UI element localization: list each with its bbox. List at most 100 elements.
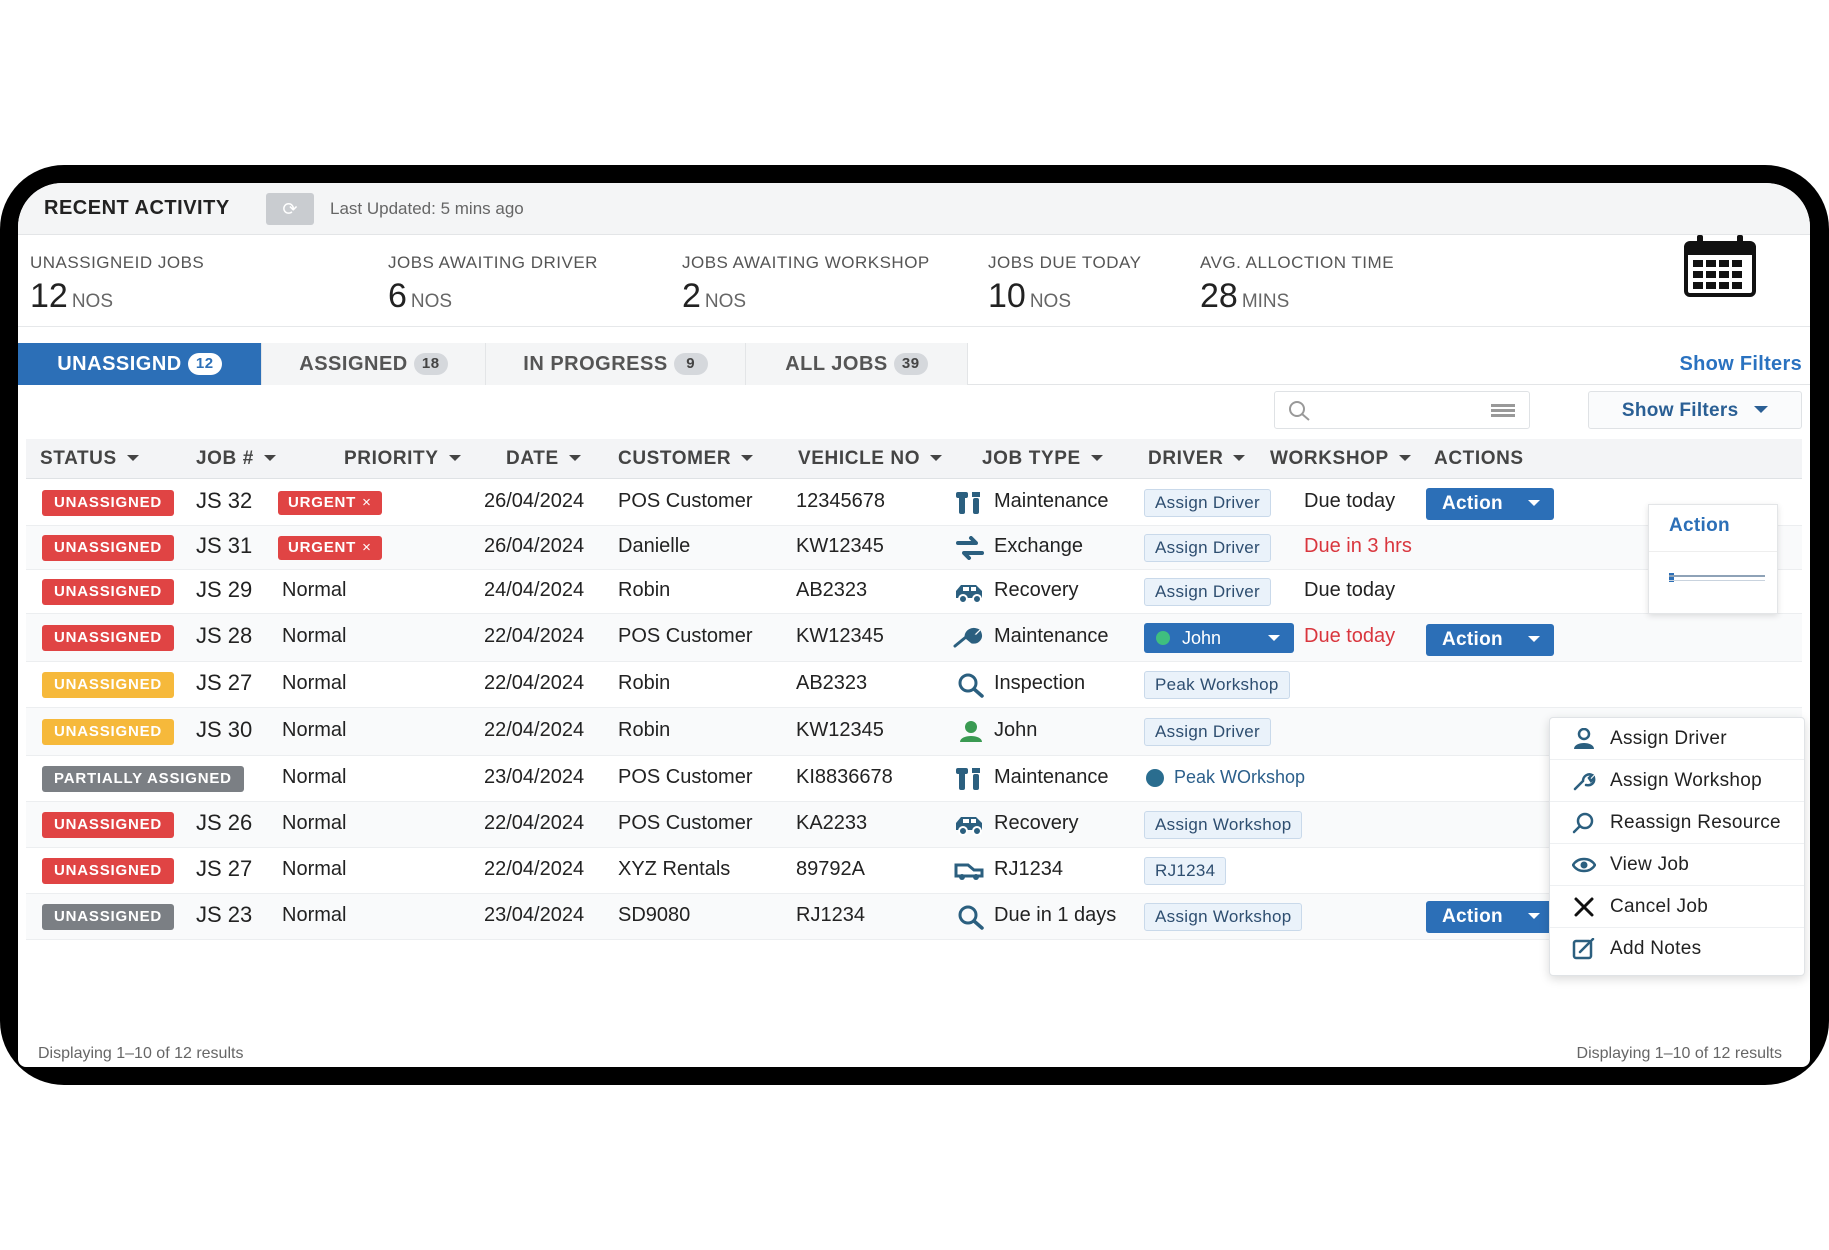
device-frame: RECENT ACTIVITY ⟳ Last Updated: 5 mins a… [0,165,1829,1085]
menu-item-label: Reassign Resource [1610,812,1781,833]
assign-driver-button[interactable]: Assign Driver [1144,578,1271,606]
pagination-summary-right: Displaying 1–10 of 12 results [1576,1045,1782,1062]
calendar-icon[interactable] [1683,235,1757,297]
menu-item-reassign-resource[interactable]: Reassign Resource [1550,802,1804,844]
stat-unit: MINS [1241,291,1290,312]
stat-due-today: JOBS DUE TODAY 10 NOS [988,253,1141,316]
stat-value: 28 [1200,277,1238,315]
urgent-badge[interactable]: URGENT × [278,536,382,560]
stat-value: 12 [30,277,68,315]
vehicle-number: KA2233 [796,812,868,834]
menu-item-cancel-job[interactable]: Cancel Job [1550,886,1804,928]
menu-item-assign-driver[interactable]: Assign Driver [1550,718,1804,760]
column-job-type[interactable]: JOB TYPE [982,439,1103,479]
action-button[interactable]: Action [1426,624,1554,656]
urgent-badge[interactable]: URGENT × [278,491,382,515]
wrench-icon [953,627,982,648]
assign-driver-button[interactable]: Assign Driver [1144,489,1271,517]
table-row[interactable]: UNASSIGNED JS 29 Normal 24/04/2024 Robin… [26,570,1802,614]
tab-label: ASSIGNED [299,353,408,375]
table-row[interactable]: UNASSIGNED JS 27 Normal 22/04/2024 Robin… [26,662,1802,708]
table-row[interactable]: UNASSIGNED JS 30 Normal 22/04/2024 Robin… [26,708,1802,756]
due-text: Due today [1304,490,1396,512]
assign-driver-button[interactable]: Assign Driver [1144,718,1271,746]
stat-unit: NOS [704,291,747,312]
workshop-name[interactable]: Peak WOrkshop [1174,767,1305,788]
show-filters-button[interactable]: Show Filters [1588,391,1802,429]
refresh-button[interactable]: ⟳ [266,193,314,225]
status-badge: UNASSIGNED [42,672,175,698]
column-priority[interactable]: PRIORITY [344,439,461,479]
status-tabs: UNASSIGND 12 ASSIGNED 18 IN PROGRESS 9 ALL … [18,343,1810,385]
tab-assigned[interactable]: ASSIGNED 18 [262,343,486,385]
action-button[interactable]: Action [1426,901,1554,933]
status-badge: UNASSIGNED [42,625,175,651]
table-row[interactable]: UNASSIGNED JS 23 Normal 23/04/2024 SD908… [26,894,1802,940]
eye-icon [1572,857,1596,873]
assign-workshop-button[interactable]: Assign Workshop [1144,903,1303,931]
column-customer[interactable]: CUSTOMER [618,439,754,479]
reference-pill[interactable]: RJ1234 [1144,857,1227,885]
menu-item-add-notes[interactable]: Add Notes [1550,928,1804,970]
search-icon [1289,401,1310,421]
customer-name: XYZ Rentals [618,858,731,880]
inspection-search-icon [958,673,984,698]
table-row[interactable]: PARTIALLY ASSIGNED Normal 23/04/2024 POS… [26,756,1802,802]
action-button[interactable]: Action [1426,488,1554,520]
column-status[interactable]: STATUS [40,439,139,479]
stat-value: 6 [388,277,407,315]
action-dropdown-partial[interactable]: Action [1648,504,1778,614]
job-number: JS 23 [196,902,253,927]
assign-workshop-button[interactable]: Assign Workshop [1144,811,1303,839]
tab-all-jobs[interactable]: ALL JOBS 39 [746,343,968,385]
tab-count-badge: 12 [187,353,222,375]
status-badge: UNASSIGNED [42,490,175,516]
dropdown-title[interactable]: Action [1669,515,1730,537]
tools-icon [956,768,980,790]
column-vehicle-no[interactable]: VEHICLE NO [798,439,943,479]
job-date: 22/04/2024 [484,625,585,647]
job-number: JS 27 [196,856,253,881]
tab-unassigned[interactable]: UNASSIGND 12 [18,343,262,385]
driver-select[interactable]: John [1144,623,1294,653]
table-row[interactable]: UNASSIGNED JS 32 URGENT × 26/04/2024 POS … [26,480,1802,526]
menu-item-view-job[interactable]: View Job [1550,844,1804,886]
app-screen: RECENT ACTIVITY ⟳ Last Updated: 5 mins a… [18,183,1810,1067]
column-driver[interactable]: DRIVER [1148,439,1246,479]
chevron-down-icon [1268,635,1280,641]
assign-driver-button[interactable]: Assign Driver [1144,534,1271,562]
tab-in-progress[interactable]: IN PROGRESS 9 [486,343,746,385]
workshop-pill[interactable]: Peak Workshop [1144,671,1290,699]
close-icon: × [362,494,372,511]
status-badge: UNASSIGNED [42,719,175,745]
table-row[interactable]: UNASSIGNED JS 27 Normal 22/04/2024 XYZ R… [26,848,1802,894]
stat-label: JOBS DUE TODAY [988,253,1142,272]
status-badge: UNASSIGNED [42,812,175,838]
priority-text: Normal [282,812,347,834]
column-date[interactable]: DATE [506,439,581,479]
menu-item-label: Assign Driver [1610,728,1727,749]
stat-awaiting-driver: JOBS AWAITING DRIVER 6 NOS [388,253,598,316]
exchange-icon [956,536,984,560]
column-workshop[interactable]: WORKSHOP [1270,439,1411,479]
job-number: JS 29 [196,577,253,602]
vehicle-number: KW12345 [796,625,884,647]
job-type: John [994,719,1038,741]
show-filters-link[interactable]: Show Filters [1679,353,1802,376]
column-job-number[interactable]: JOB # [196,439,276,479]
tab-label: IN PROGRESS [523,353,668,375]
list-icon [1491,404,1515,417]
table-row[interactable]: UNASSIGNED JS 28 Normal 22/04/2024 POS C… [26,614,1802,662]
menu-item-assign-workshop[interactable]: Assign Workshop [1550,760,1804,802]
job-date: 26/04/2024 [484,535,585,557]
status-dot-icon [1146,769,1164,787]
search-input[interactable] [1274,391,1530,429]
table-row[interactable]: UNASSIGNED JS 26 Normal 22/04/2024 POS C… [26,802,1802,848]
job-type: RJ1234 [994,858,1063,880]
job-type: Due in 1 days [994,904,1117,926]
stat-value: 2 [682,277,701,315]
stat-unit: NOS [1029,291,1072,312]
tab-count-badge: 39 [893,353,928,375]
table-row[interactable]: UNASSIGNED JS 31 URGENT × 26/04/2024 Dani… [26,526,1802,570]
tab-count-badge: 9 [673,353,708,375]
